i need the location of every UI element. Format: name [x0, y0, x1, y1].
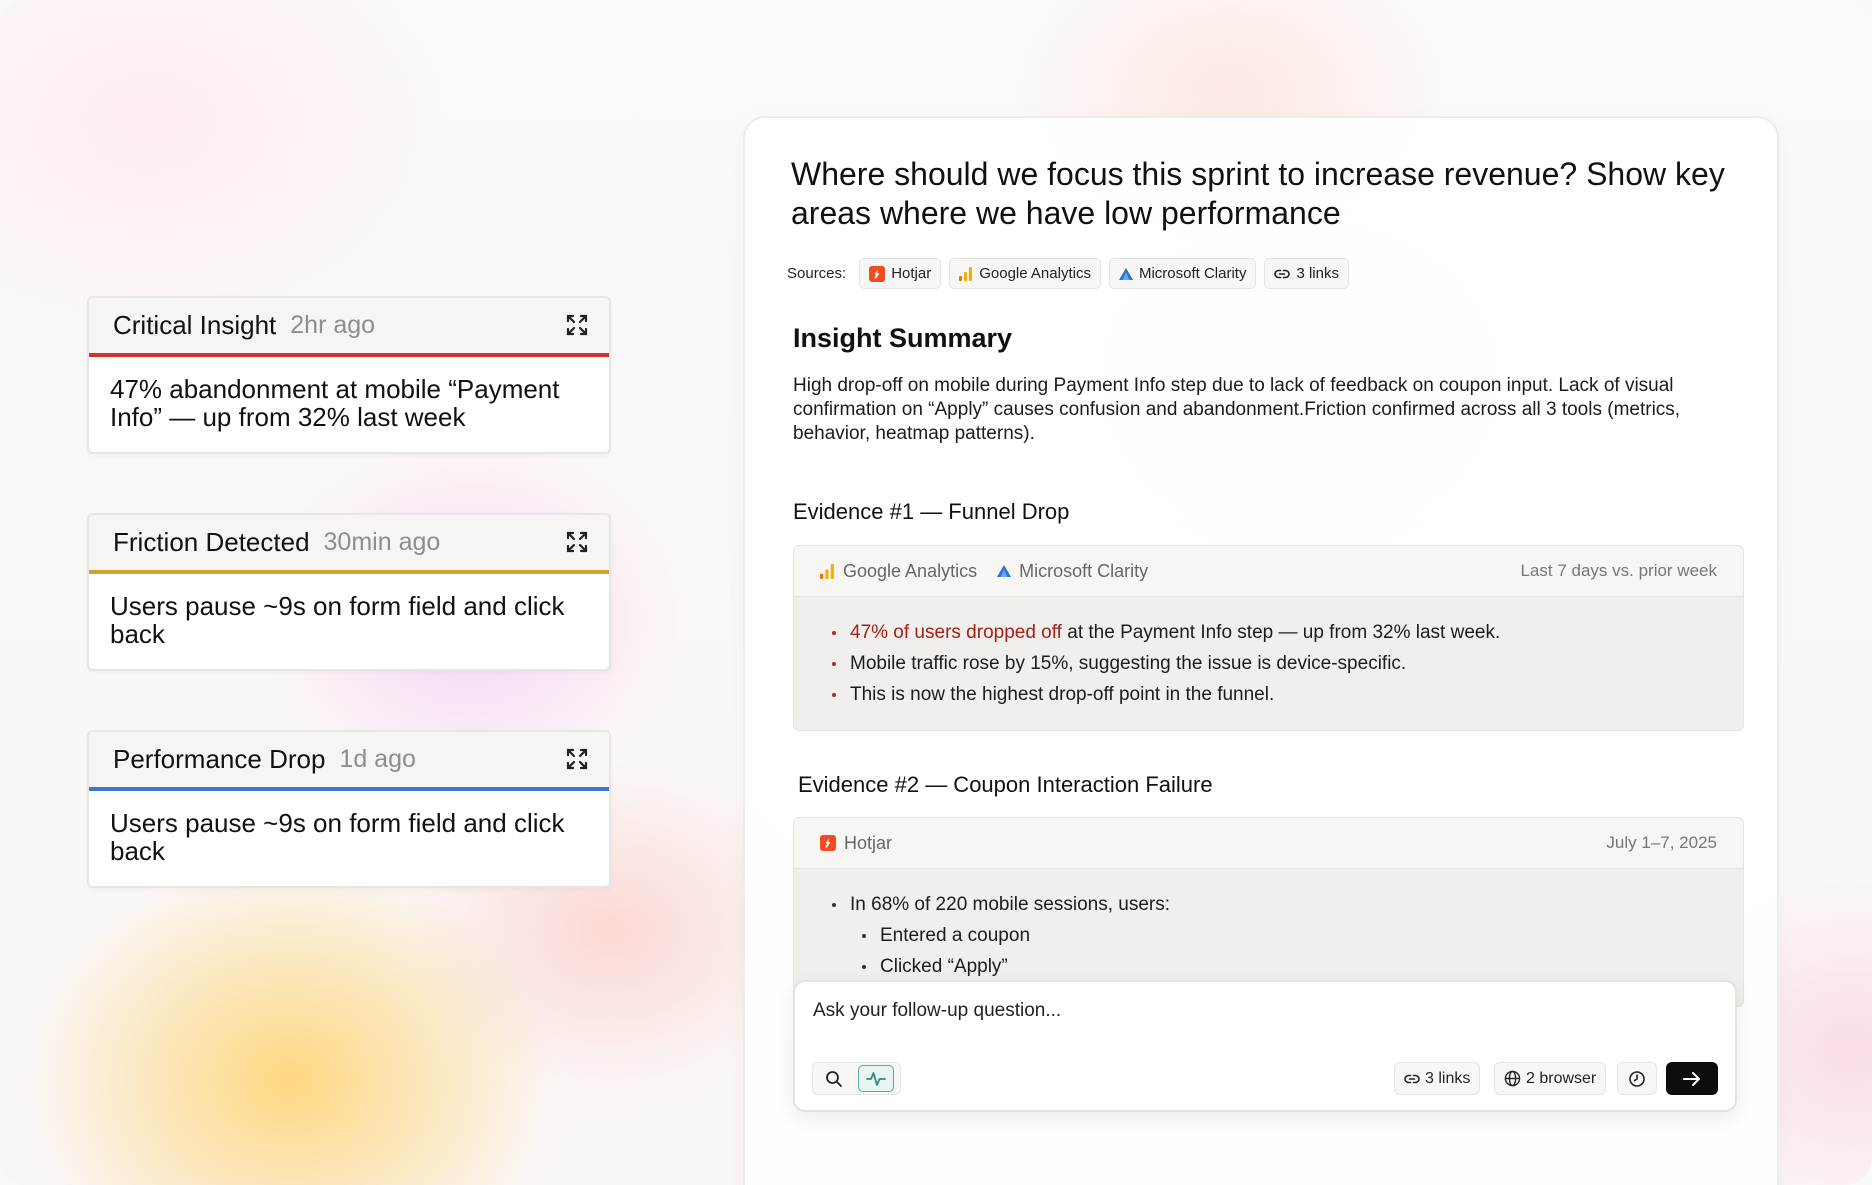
alert-time: 1d ago: [339, 745, 416, 773]
alert-text: Users pause ~9s on form field and click …: [110, 808, 565, 866]
alert-time: 2hr ago: [290, 311, 376, 339]
evidence-source: Microsoft Clarity: [997, 561, 1148, 582]
expand-icon[interactable]: [565, 313, 589, 337]
link-icon: [1274, 269, 1291, 278]
browser-label: 2 browser: [1526, 1069, 1597, 1087]
summary-title: Insight Summary: [793, 323, 1013, 353]
alert-header: Critical Insight 2hr ago: [89, 298, 609, 353]
globe-icon: [1504, 1070, 1521, 1087]
google-analytics-icon: [959, 266, 973, 281]
send-button[interactable]: [1666, 1062, 1718, 1095]
search-icon: [826, 1070, 842, 1087]
evidence-2-header: Hotjar July 1–7, 2025: [794, 818, 1743, 869]
evidence-1-list: 47% of users dropped off at the Payment …: [794, 597, 1743, 710]
expand-icon[interactable]: [565, 747, 589, 771]
question-heading: Where should we focus this sprint to inc…: [791, 156, 1725, 231]
search-mode-button[interactable]: [816, 1065, 852, 1092]
browser-button[interactable]: 2 browser: [1494, 1062, 1607, 1095]
links-button[interactable]: 3 links: [1394, 1062, 1481, 1095]
source-chip-links[interactable]: 3 links: [1264, 258, 1349, 289]
evidence-2-list: In 68% of 220 mobile sessions, users: En…: [794, 869, 1743, 982]
link-icon: [1404, 1074, 1420, 1083]
evidence-2-title: Evidence #2 — Coupon Interaction Failure: [798, 772, 1213, 797]
alert-card-critical-insight[interactable]: Critical Insight 2hr ago 47% abandonment…: [87, 296, 611, 454]
source-chip-microsoft-clarity[interactable]: Microsoft Clarity: [1108, 258, 1257, 289]
list-item: Entered a coupon: [862, 920, 1743, 951]
list-item: 47% of users dropped off at the Payment …: [832, 617, 1743, 648]
evidence-period: July 1–7, 2025: [1606, 833, 1717, 852]
follow-up-input-box[interactable]: Ask your follow-up question... 3 links 2…: [793, 980, 1737, 1112]
evidence-1-header: Google Analytics Microsoft Clarity Last …: [794, 546, 1743, 597]
evidence-source: Google Analytics: [820, 561, 977, 582]
source-chip-label: Microsoft Clarity: [1138, 265, 1247, 282]
evidence-source-label: Microsoft Clarity: [1019, 560, 1149, 581]
links-label: 3 links: [1425, 1069, 1471, 1087]
expand-icon[interactable]: [565, 530, 589, 554]
source-chip-google-analytics[interactable]: Google Analytics: [949, 258, 1101, 289]
activity-icon: [866, 1071, 886, 1086]
google-analytics-icon: [820, 563, 834, 579]
source-chip-label: Google Analytics: [979, 265, 1091, 282]
alert-text: Users pause ~9s on form field and click …: [110, 591, 565, 649]
alert-title: Friction Detected: [113, 527, 310, 557]
sources-row: Sources: Hotjar Google Analytics Microso…: [787, 258, 1349, 289]
alert-card-performance-drop[interactable]: Performance Drop 1d ago Users pause ~9s …: [87, 730, 611, 888]
alert-time: 30min ago: [323, 528, 441, 556]
arrow-right-icon: [1683, 1071, 1700, 1086]
alert-text: 47% abandonment at mobile “Payment Info”…: [110, 374, 560, 432]
alert-header: Performance Drop 1d ago: [89, 732, 609, 787]
list-item: In 68% of 220 mobile sessions, users:: [832, 889, 1743, 920]
summary-text: High drop-off on mobile during Payment I…: [793, 375, 1681, 444]
list-item: Clicked “Apply”: [862, 951, 1743, 982]
history-button[interactable]: [1617, 1062, 1657, 1095]
mode-toggle-group: [812, 1062, 901, 1095]
evidence-source-label: Hotjar: [844, 832, 893, 853]
alert-card-friction-detected[interactable]: Friction Detected 30min ago Users pause …: [87, 513, 611, 671]
list-item: This is now the highest drop-off point i…: [832, 679, 1743, 710]
evidence-source-label: Google Analytics: [843, 560, 978, 581]
evidence-2-card: Hotjar July 1–7, 2025 In 68% of 220 mobi…: [793, 817, 1744, 1007]
source-chip-label: 3 links: [1296, 265, 1339, 282]
sources-label: Sources:: [787, 265, 847, 282]
hotjar-icon: [820, 835, 836, 851]
analytics-mode-button[interactable]: [858, 1065, 894, 1092]
list-item-text: at the Payment Info step — up from 32% l…: [1061, 622, 1501, 643]
evidence-source: Hotjar: [820, 833, 892, 854]
highlight-text: 47% of users dropped off: [850, 622, 1062, 643]
list-item: Mobile traffic rose by 15%, suggesting t…: [832, 648, 1743, 679]
source-chip-label: Hotjar: [891, 265, 932, 282]
hotjar-icon: [869, 265, 886, 282]
microsoft-clarity-icon: [1118, 267, 1133, 280]
insight-panel: Where should we focus this sprint to inc…: [743, 116, 1779, 1185]
evidence-1-title: Evidence #1 — Funnel Drop: [793, 499, 1070, 524]
evidence-1-card: Google Analytics Microsoft Clarity Last …: [793, 545, 1744, 731]
alert-title: Critical Insight: [113, 310, 277, 340]
evidence-period: Last 7 days vs. prior week: [1520, 561, 1717, 580]
clock-icon: [1629, 1070, 1645, 1087]
follow-up-input[interactable]: Ask your follow-up question...: [813, 1000, 1061, 1022]
microsoft-clarity-icon: [997, 565, 1012, 577]
alert-header: Friction Detected 30min ago: [89, 515, 609, 570]
source-chip-hotjar[interactable]: Hotjar: [859, 258, 942, 289]
alert-title: Performance Drop: [113, 744, 326, 774]
